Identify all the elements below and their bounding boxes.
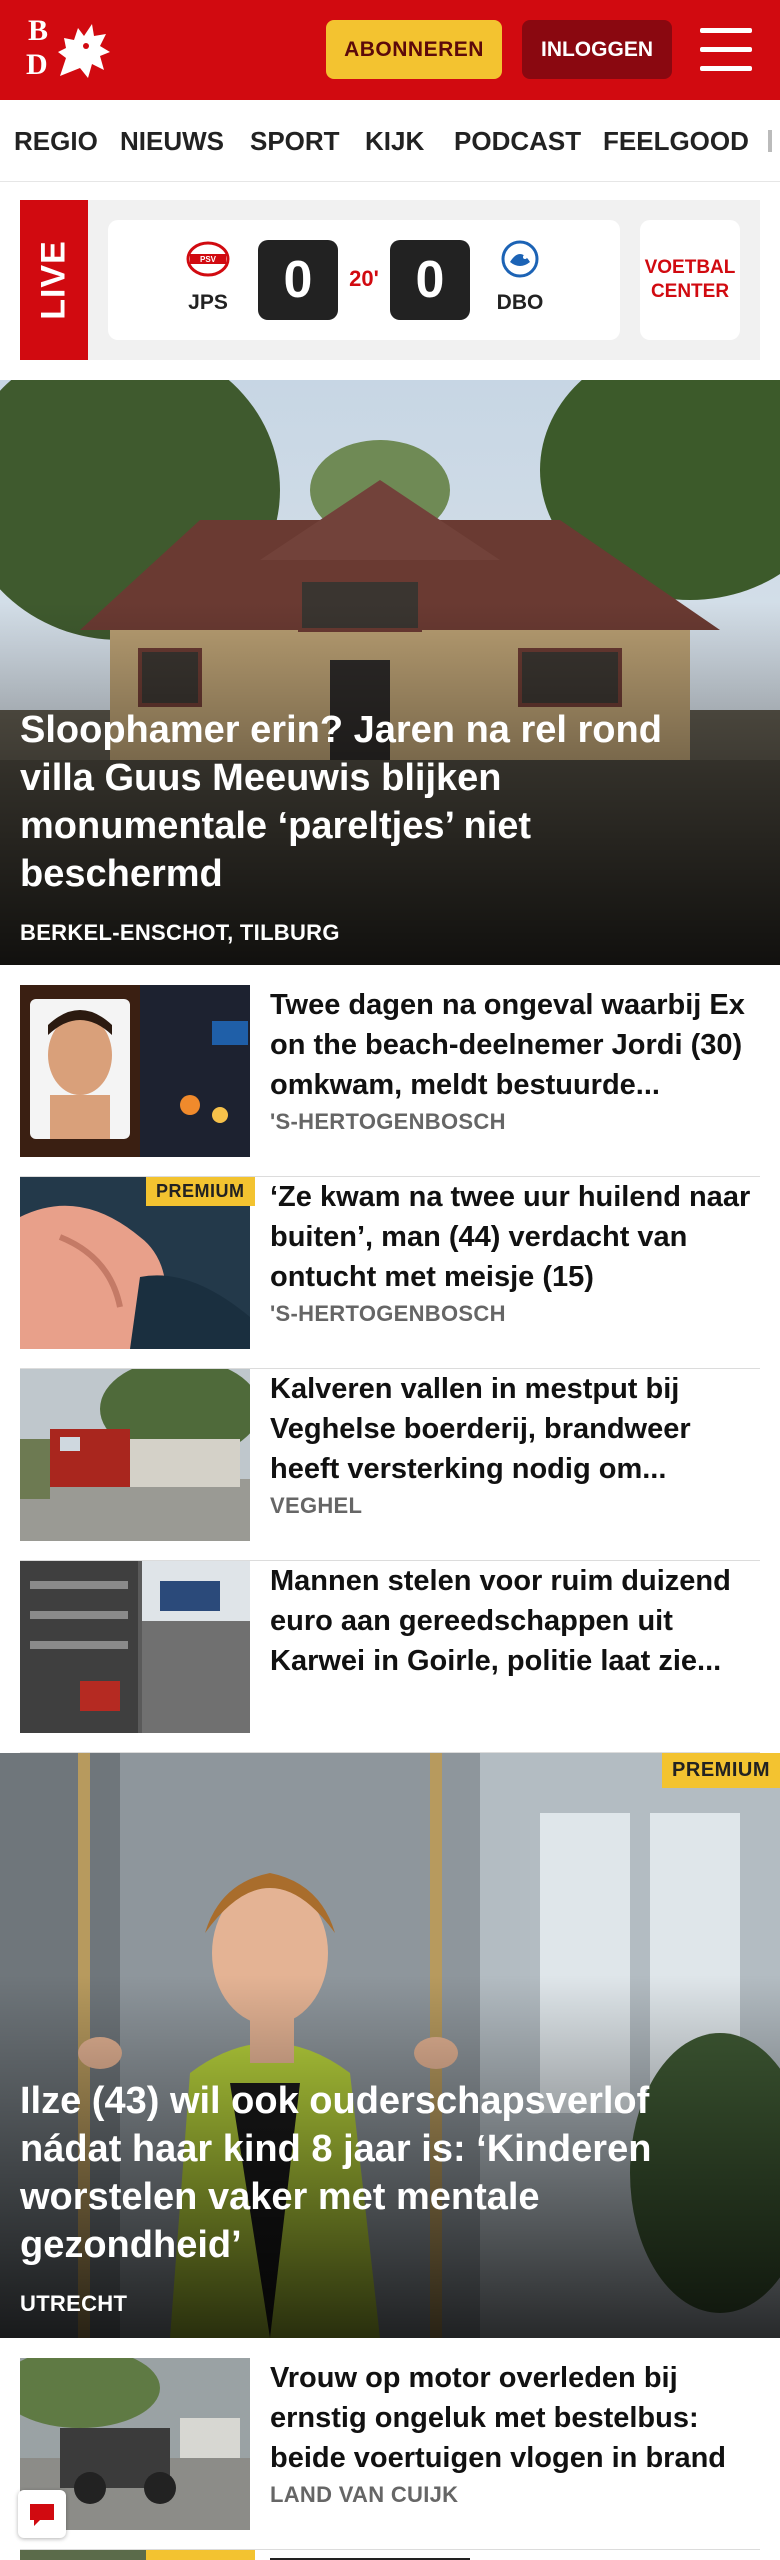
article-location: 'S-HERTOGENBOSCH bbox=[270, 1301, 506, 1326]
chat-icon bbox=[30, 2504, 54, 2526]
home-score: 0 bbox=[258, 240, 338, 320]
vc-line2: CENTER bbox=[650, 281, 730, 302]
article-title[interactable]: ‘Ze kwam na twee uur huilend naar buiten… bbox=[270, 1177, 760, 1297]
login-button[interactable]: INLOGGEN bbox=[522, 20, 672, 79]
list-item[interactable]: PREMIUM ‘Ze kwam na twee uur huilend naa… bbox=[20, 1177, 760, 1369]
article-location: 'S-HERTOGENBOSCH bbox=[270, 1109, 506, 1134]
home-team-abbr: JPS bbox=[188, 291, 228, 314]
logo-letter-b: B bbox=[28, 14, 49, 47]
away-team: DBO bbox=[480, 240, 560, 315]
list-item[interactable]: Kalveren vallen in mestput bij Veghelse … bbox=[20, 1369, 760, 1561]
premium-badge: PREMIUM bbox=[146, 1177, 255, 1206]
home-team: PSV JPS bbox=[168, 240, 248, 315]
live-score-widget[interactable]: LIVE PSV JPS 0 20' 0 DBO VOETBAL CENTER bbox=[20, 200, 760, 360]
article-thumbnail bbox=[20, 1369, 250, 1541]
list-item[interactable]: Vrouw op motor overleden bij ernstig ong… bbox=[20, 2358, 760, 2550]
nav-item-regio[interactable]: REGIO bbox=[14, 100, 98, 181]
live-tab: LIVE bbox=[20, 200, 88, 360]
lion-emblem-icon bbox=[58, 24, 110, 78]
hero-article[interactable]: Sloophamer erin? Jaren na rel rond villa… bbox=[0, 380, 780, 965]
hero-location: BERKEL-ENSCHOT, TILBURG bbox=[20, 920, 340, 945]
article-location: LAND VAN CUIJK bbox=[270, 2482, 459, 2507]
article-title[interactable]: Twee dagen na ongeval waarbij Ex on the … bbox=[270, 985, 760, 1105]
article-title[interactable]: Mannen stelen voor ruim duizend euro aan… bbox=[270, 1561, 760, 1681]
article-thumbnail bbox=[20, 1561, 250, 1733]
live-label: LIVE bbox=[34, 240, 73, 320]
nav-item-podcast[interactable]: PODCAST bbox=[454, 100, 581, 181]
dbo-crest-icon bbox=[501, 240, 539, 278]
hero-title-2[interactable]: Ilze (43) wil ook ouderschapsverlof náda… bbox=[20, 2077, 740, 2269]
list-item[interactable]: Twee dagen na ongeval waarbij Ex on the … bbox=[20, 985, 760, 1177]
hero-location-2: UTRECHT bbox=[20, 2291, 128, 2316]
article-thumbnail bbox=[20, 985, 250, 1157]
premium-badge: PREMIUM bbox=[146, 2550, 255, 2560]
logo-letter-d: D bbox=[26, 48, 48, 81]
article-location: VEGHEL bbox=[270, 1493, 363, 1518]
vc-line1: VOETBAL bbox=[644, 257, 736, 278]
article-title[interactable]: Kalveren vallen in mestput bij Veghelse … bbox=[270, 1369, 760, 1489]
article-title[interactable]: Vrouw op motor overleden bij ernstig ong… bbox=[270, 2358, 760, 2478]
nav-item-nieuws[interactable]: NIEUWS bbox=[120, 100, 224, 181]
feedback-chat-button[interactable] bbox=[18, 2490, 66, 2538]
svg-text:PSV: PSV bbox=[200, 255, 217, 264]
site-header: B D ABONNEREN INLOGGEN bbox=[0, 0, 780, 100]
nav-item-kijk[interactable]: KIJK bbox=[365, 100, 424, 181]
score-card[interactable]: PSV JPS 0 20' 0 DBO bbox=[108, 220, 620, 340]
hero-article-2[interactable]: PREMIUM Ilze (43) wil ook ouderschapsver… bbox=[0, 1753, 780, 2338]
nav-item-feelgood[interactable]: FEELGOOD bbox=[603, 100, 749, 181]
premium-badge: PREMIUM bbox=[662, 1753, 780, 1788]
subscribe-button[interactable]: ABONNEREN bbox=[326, 20, 502, 79]
voetbal-center-button[interactable]: VOETBAL CENTER bbox=[640, 220, 740, 340]
bd-logo[interactable]: B D bbox=[26, 16, 116, 84]
match-minute: 20' bbox=[349, 266, 379, 291]
away-team-abbr: DBO bbox=[496, 291, 544, 314]
hero-title[interactable]: Sloophamer erin? Jaren na rel rond villa… bbox=[20, 706, 740, 898]
list-item[interactable]: PREMIUM bbox=[20, 2550, 760, 2560]
nav-item-sport[interactable]: SPORT bbox=[250, 100, 340, 181]
psv-crest-icon: PSV bbox=[186, 241, 230, 277]
list-item[interactable]: Mannen stelen voor ruim duizend euro aan… bbox=[20, 1561, 760, 1753]
section-nav: REGIO NIEUWS SPORT KIJK PODCAST FEELGOOD bbox=[0, 100, 780, 182]
hamburger-icon[interactable] bbox=[700, 28, 752, 72]
away-score: 0 bbox=[390, 240, 470, 320]
nav-overflow-hint bbox=[768, 130, 772, 152]
